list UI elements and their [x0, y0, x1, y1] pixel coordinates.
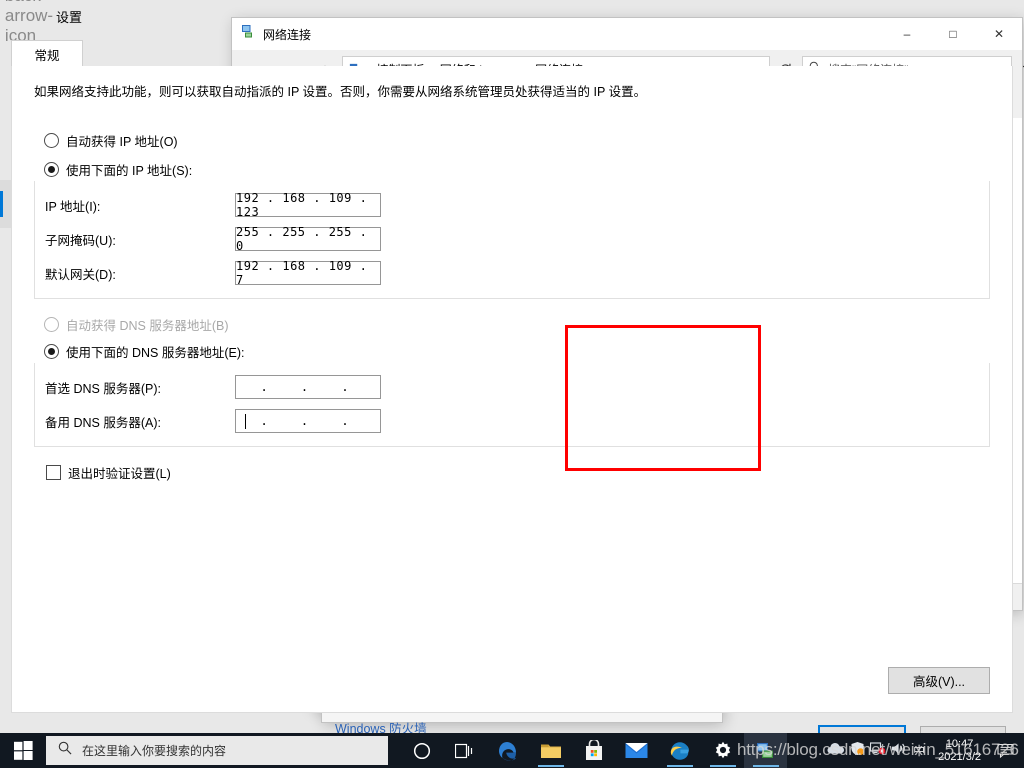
radio-label-manual-ip: 使用下面的 IP 地址(S):	[66, 164, 193, 178]
taskbar-search-placeholder: 在这里输入你要搜索的内容	[82, 744, 227, 758]
radio-icon[interactable]	[44, 317, 59, 332]
alternate-dns-label: 备用 DNS 服务器(A):	[45, 415, 161, 430]
ipv4-page-content: 如果网络支持此功能，则可以获取自动指派的 IP 设置。否则，你需要从网络系统管理…	[11, 66, 1013, 713]
task-view-icon[interactable]	[443, 733, 486, 768]
netconn-titlebar: 网络连接 – □ ✕	[232, 18, 1022, 50]
alternate-dns-field[interactable]: . . .	[235, 409, 381, 433]
clock-time: 10:47	[945, 737, 974, 750]
back-arrow-icon[interactable]: back-arrow-icon	[5, 0, 53, 45]
onedrive-icon[interactable]	[827, 742, 845, 760]
volume-icon[interactable]	[891, 742, 906, 760]
text-caret	[245, 414, 246, 429]
ipv4-description: 如果网络支持此功能，则可以获取自动指派的 IP 设置。否则，你需要从网络系统管理…	[34, 85, 647, 99]
file-explorer-icon[interactable]	[529, 733, 572, 768]
netconn-window-buttons: – □ ✕	[884, 18, 1022, 50]
subnet-mask-label: 子网掩码(U):	[45, 233, 116, 248]
maximize-button[interactable]: □	[930, 18, 976, 50]
alternate-dns-row: 备用 DNS 服务器(A): . . .	[35, 408, 989, 434]
settings-title: 设置	[56, 9, 83, 25]
dns-fields-group: 首选 DNS 服务器(P): . . . 备用 DNS 服务器(A): . . …	[34, 363, 990, 447]
microsoft-store-icon[interactable]	[572, 733, 615, 768]
ip-fields-group: IP 地址(I): 192 . 168 . 109 . 123 子网掩码(U):…	[34, 181, 990, 299]
subnet-mask-row: 子网掩码(U): 255 . 255 . 255 . 0	[35, 225, 989, 253]
radio-obtain-ip-automatically[interactable]: 自动获得 IP 地址(O)	[12, 131, 1012, 150]
alternate-dns-value: . . .	[260, 414, 362, 428]
clock-date: 2021/3/2	[938, 750, 981, 763]
minimize-button[interactable]: –	[884, 18, 930, 50]
netconn-title: 网络连接	[263, 27, 312, 42]
advanced-button[interactable]: 高级(V)...	[888, 667, 990, 694]
radio-label-auto-ip: 自动获得 IP 地址(O)	[66, 135, 178, 149]
radio-label-auto-dns: 自动获得 DNS 服务器地址(B)	[66, 319, 229, 333]
network-connections-icon	[241, 24, 256, 44]
default-gateway-field[interactable]: 192 . 168 . 109 . 7	[235, 259, 381, 287]
settings-gear-icon[interactable]	[701, 733, 744, 768]
internet-explorer-icon[interactable]	[658, 733, 701, 768]
subnet-mask-field[interactable]: 255 . 255 . 255 . 0	[235, 225, 381, 253]
validate-on-exit-row[interactable]: 退出时验证设置(L)	[12, 463, 1012, 482]
radio-icon[interactable]	[44, 162, 59, 177]
network-error-icon[interactable]	[870, 741, 886, 760]
preferred-dns-field[interactable]: . . .	[235, 375, 381, 399]
preferred-dns-label: 首选 DNS 服务器(P):	[45, 381, 161, 396]
default-gateway-label: 默认网关(D):	[45, 267, 116, 282]
taskbar-clock[interactable]: 10:47 2021/3/2	[932, 738, 987, 764]
edge-icon[interactable]	[486, 733, 529, 768]
ime-icon[interactable]: 中	[911, 742, 927, 759]
windows-start-icon[interactable]	[0, 733, 46, 768]
checkbox-icon[interactable]	[46, 465, 61, 480]
ip-address-label: IP 地址(I):	[45, 199, 101, 214]
radio-use-following-ip[interactable]: 使用下面的 IP 地址(S):	[12, 160, 1012, 179]
ip-address-field[interactable]: 192 . 168 . 109 . 123	[235, 191, 381, 219]
action-center-icon[interactable]	[992, 733, 1018, 768]
cortana-circle-icon[interactable]	[400, 733, 443, 768]
mail-icon[interactable]	[615, 733, 658, 768]
network-connections-icon[interactable]	[744, 733, 787, 768]
default-gateway-row: 默认网关(D): 192 . 168 . 109 . 7	[35, 259, 989, 287]
radio-label-manual-dns: 使用下面的 DNS 服务器地址(E):	[66, 346, 245, 360]
tab-general[interactable]: 常规	[11, 40, 83, 67]
preferred-dns-value: . . .	[260, 380, 362, 394]
validate-on-exit-label: 退出时验证设置(L)	[68, 467, 171, 481]
system-tray: 中 10:47 2021/3/2	[827, 733, 1024, 768]
ipv4-properties-dialog: Internet 协议版本 4 (TCP/IPv4) 属性 常规 如果网络支持此…	[0, 0, 1013, 756]
radio-icon[interactable]	[44, 133, 59, 148]
radio-use-following-dns[interactable]: 使用下面的 DNS 服务器地址(E):	[12, 342, 1012, 361]
windows-taskbar: 在这里输入你要搜索的内容 中 10:47 2021/3/2	[0, 733, 1024, 768]
ip-address-row: IP 地址(I): 192 . 168 . 109 . 123	[35, 191, 989, 219]
taskbar-search-input[interactable]: 在这里输入你要搜索的内容	[46, 736, 388, 765]
radio-obtain-dns-automatically[interactable]: 自动获得 DNS 服务器地址(B)	[12, 315, 1012, 334]
close-button[interactable]: ✕	[976, 18, 1022, 50]
security-shield-icon[interactable]	[850, 741, 865, 761]
radio-icon[interactable]	[44, 344, 59, 359]
search-icon	[58, 741, 72, 760]
preferred-dns-row: 首选 DNS 服务器(P): . . .	[35, 374, 989, 400]
